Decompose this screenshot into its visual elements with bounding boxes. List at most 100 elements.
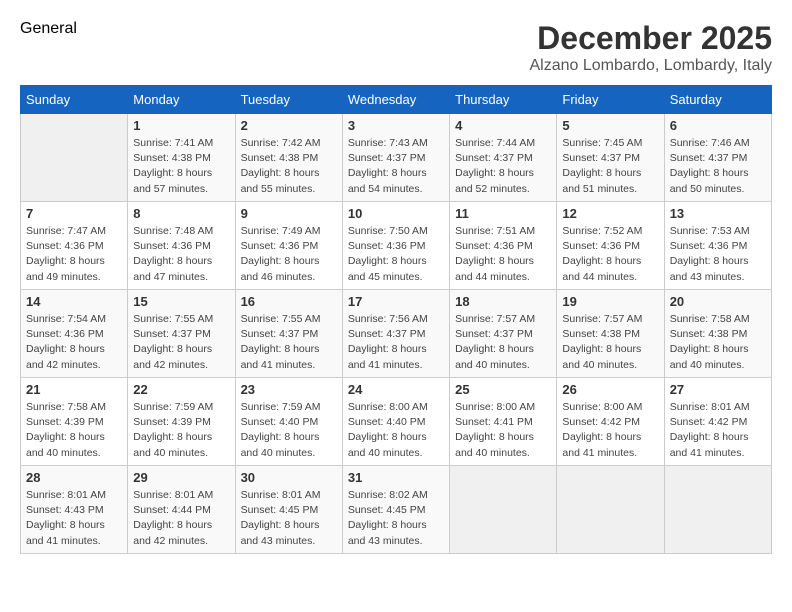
day-info: Sunrise: 7:48 AMSunset: 4:36 PMDaylight:… [133,224,229,285]
day-number: 29 [133,470,229,485]
day-info: Sunrise: 7:53 AMSunset: 4:36 PMDaylight:… [670,224,766,285]
col-header-tuesday: Tuesday [235,86,342,114]
week-row-3: 14 Sunrise: 7:54 AMSunset: 4:36 PMDayligh… [21,290,772,378]
day-info: Sunrise: 8:01 AMSunset: 4:43 PMDaylight:… [26,488,122,549]
calendar-cell: 17 Sunrise: 7:56 AMSunset: 4:37 PMDayligh… [342,290,449,378]
day-info: Sunrise: 7:52 AMSunset: 4:36 PMDaylight:… [562,224,658,285]
page-header: General December 2025 Alzano Lombardo, L… [20,20,772,75]
day-number: 24 [348,382,444,397]
day-info: Sunrise: 7:41 AMSunset: 4:38 PMDaylight:… [133,136,229,197]
day-info: Sunrise: 8:00 AMSunset: 4:42 PMDaylight:… [562,400,658,461]
calendar-cell: 2 Sunrise: 7:42 AMSunset: 4:38 PMDaylight… [235,114,342,202]
day-number: 9 [241,206,337,221]
calendar-cell: 21 Sunrise: 7:58 AMSunset: 4:39 PMDayligh… [21,378,128,466]
calendar-cell: 27 Sunrise: 8:01 AMSunset: 4:42 PMDayligh… [664,378,771,466]
day-number: 21 [26,382,122,397]
day-number: 19 [562,294,658,309]
calendar-cell: 10Sunrise: 7:50 AMSunset: 4:36 PMDayligh… [342,202,449,290]
day-info: Sunrise: 7:55 AMSunset: 4:37 PMDaylight:… [241,312,337,373]
day-number: 11 [455,206,551,221]
day-info: Sunrise: 7:49 AMSunset: 4:36 PMDaylight:… [241,224,337,285]
calendar-cell [557,466,664,554]
day-info: Sunrise: 7:45 AMSunset: 4:37 PMDaylight:… [562,136,658,197]
col-header-sunday: Sunday [21,86,128,114]
day-info: Sunrise: 7:51 AMSunset: 4:36 PMDaylight:… [455,224,551,285]
week-row-1: 1Sunrise: 7:41 AMSunset: 4:38 PMDaylight… [21,114,772,202]
day-info: Sunrise: 7:43 AMSunset: 4:37 PMDaylight:… [348,136,444,197]
day-number: 27 [670,382,766,397]
day-number: 3 [348,118,444,133]
calendar-table: SundayMondayTuesdayWednesdayThursdayFrid… [20,85,772,554]
day-info: Sunrise: 8:02 AMSunset: 4:45 PMDaylight:… [348,488,444,549]
day-info: Sunrise: 8:01 AMSunset: 4:45 PMDaylight:… [241,488,337,549]
calendar-cell [21,114,128,202]
day-info: Sunrise: 7:59 AMSunset: 4:39 PMDaylight:… [133,400,229,461]
calendar-cell: 8 Sunrise: 7:48 AMSunset: 4:36 PMDaylight… [128,202,235,290]
day-number: 28 [26,470,122,485]
day-info: Sunrise: 7:58 AMSunset: 4:39 PMDaylight:… [26,400,122,461]
calendar-cell [450,466,557,554]
calendar-cell: 30 Sunrise: 8:01 AMSunset: 4:45 PMDayligh… [235,466,342,554]
day-info: Sunrise: 7:46 AMSunset: 4:37 PMDaylight:… [670,136,766,197]
day-info: Sunrise: 7:59 AMSunset: 4:40 PMDaylight:… [241,400,337,461]
day-number: 8 [133,206,229,221]
calendar-cell: 18Sunrise: 7:57 AMSunset: 4:37 PMDayligh… [450,290,557,378]
day-number: 2 [241,118,337,133]
calendar-cell: 19Sunrise: 7:57 AMSunset: 4:38 PMDayligh… [557,290,664,378]
day-number: 26 [562,382,658,397]
day-info: Sunrise: 7:42 AMSunset: 4:38 PMDaylight:… [241,136,337,197]
calendar-cell: 24Sunrise: 8:00 AMSunset: 4:40 PMDayligh… [342,378,449,466]
calendar-cell: 22 Sunrise: 7:59 AMSunset: 4:39 PMDayligh… [128,378,235,466]
day-number: 4 [455,118,551,133]
week-row-5: 28 Sunrise: 8:01 AMSunset: 4:43 PMDayligh… [21,466,772,554]
calendar-cell: 23 Sunrise: 7:59 AMSunset: 4:40 PMDayligh… [235,378,342,466]
calendar-cell: 4Sunrise: 7:44 AMSunset: 4:37 PMDaylight… [450,114,557,202]
calendar-cell: 1Sunrise: 7:41 AMSunset: 4:38 PMDaylight… [128,114,235,202]
day-number: 14 [26,294,122,309]
calendar-cell: 11 Sunrise: 7:51 AMSunset: 4:36 PMDayligh… [450,202,557,290]
day-number: 12 [562,206,658,221]
calendar-cell: 31 Sunrise: 8:02 AMSunset: 4:45 PMDayligh… [342,466,449,554]
calendar-cell: 12 Sunrise: 7:52 AMSunset: 4:36 PMDayligh… [557,202,664,290]
day-number: 5 [562,118,658,133]
calendar-cell: 25 Sunrise: 8:00 AMSunset: 4:41 PMDayligh… [450,378,557,466]
calendar-header: SundayMondayTuesdayWednesdayThursdayFrid… [21,86,772,114]
calendar-cell: 20Sunrise: 7:58 AMSunset: 4:38 PMDayligh… [664,290,771,378]
calendar-cell: 5 Sunrise: 7:45 AMSunset: 4:37 PMDaylight… [557,114,664,202]
day-info: Sunrise: 8:01 AMSunset: 4:44 PMDaylight:… [133,488,229,549]
day-info: Sunrise: 7:58 AMSunset: 4:38 PMDaylight:… [670,312,766,373]
week-row-4: 21 Sunrise: 7:58 AMSunset: 4:39 PMDayligh… [21,378,772,466]
day-info: Sunrise: 7:55 AMSunset: 4:37 PMDaylight:… [133,312,229,373]
title-block: December 2025 Alzano Lombardo, Lombardy,… [530,20,773,75]
day-info: Sunrise: 7:57 AMSunset: 4:37 PMDaylight:… [455,312,551,373]
day-info: Sunrise: 7:56 AMSunset: 4:37 PMDaylight:… [348,312,444,373]
calendar-cell: 28 Sunrise: 8:01 AMSunset: 4:43 PMDayligh… [21,466,128,554]
logo: General [20,20,77,38]
day-number: 23 [241,382,337,397]
calendar-cell: 29 Sunrise: 8:01 AMSunset: 4:44 PMDayligh… [128,466,235,554]
calendar-cell: 6 Sunrise: 7:46 AMSunset: 4:37 PMDaylight… [664,114,771,202]
day-number: 30 [241,470,337,485]
day-info: Sunrise: 8:01 AMSunset: 4:42 PMDaylight:… [670,400,766,461]
week-row-2: 7 Sunrise: 7:47 AMSunset: 4:36 PMDaylight… [21,202,772,290]
day-info: Sunrise: 7:54 AMSunset: 4:36 PMDaylight:… [26,312,122,373]
month-title: December 2025 [530,20,773,57]
day-number: 22 [133,382,229,397]
day-number: 17 [348,294,444,309]
calendar-cell: 9 Sunrise: 7:49 AMSunset: 4:36 PMDaylight… [235,202,342,290]
col-header-monday: Monday [128,86,235,114]
col-header-saturday: Saturday [664,86,771,114]
day-number: 16 [241,294,337,309]
day-info: Sunrise: 7:47 AMSunset: 4:36 PMDaylight:… [26,224,122,285]
calendar-cell: 13 Sunrise: 7:53 AMSunset: 4:36 PMDayligh… [664,202,771,290]
calendar-cell [664,466,771,554]
day-info: Sunrise: 7:50 AMSunset: 4:36 PMDaylight:… [348,224,444,285]
day-number: 25 [455,382,551,397]
day-number: 7 [26,206,122,221]
day-number: 31 [348,470,444,485]
col-header-wednesday: Wednesday [342,86,449,114]
day-info: Sunrise: 8:00 AMSunset: 4:41 PMDaylight:… [455,400,551,461]
day-number: 13 [670,206,766,221]
day-number: 6 [670,118,766,133]
calendar-cell: 3 Sunrise: 7:43 AMSunset: 4:37 PMDaylight… [342,114,449,202]
